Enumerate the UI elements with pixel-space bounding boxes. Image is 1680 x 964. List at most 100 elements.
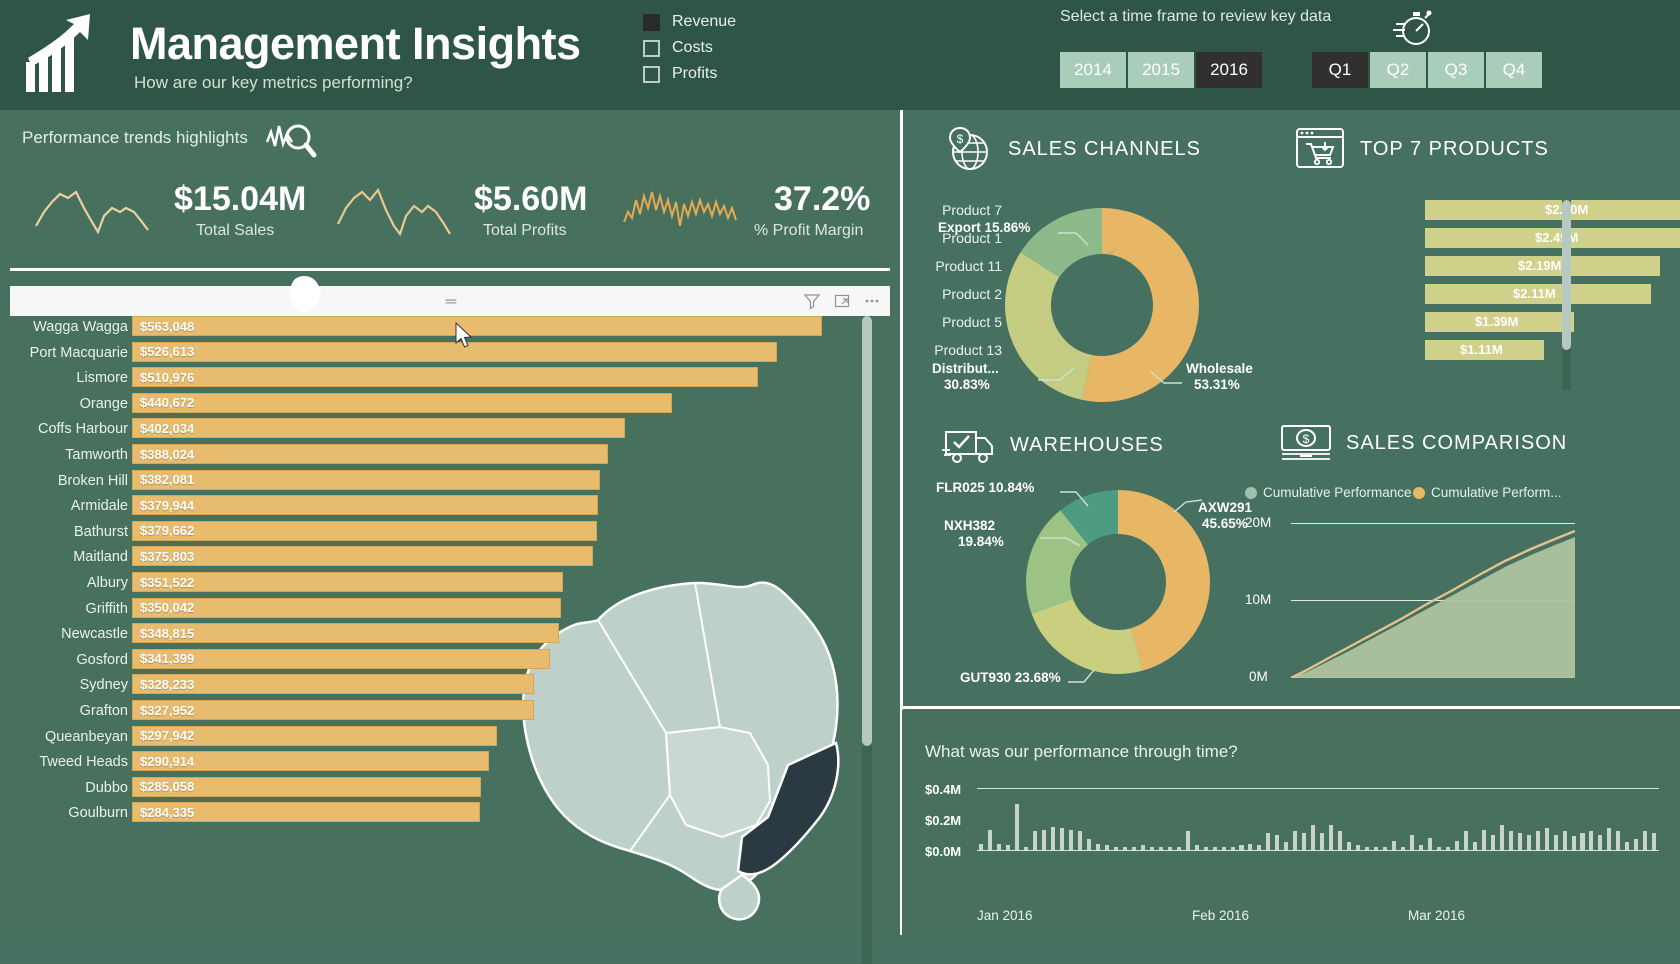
performance-bar[interactable]: [1553, 834, 1558, 850]
performance-bar[interactable]: [1060, 828, 1065, 850]
performance-bar[interactable]: [1051, 826, 1056, 850]
performance-bar[interactable]: [1643, 831, 1648, 850]
performance-bar[interactable]: [1607, 828, 1612, 850]
performance-bar[interactable]: [1347, 842, 1352, 850]
year-button-2014[interactable]: 2014: [1060, 52, 1126, 88]
performance-bar[interactable]: [1409, 834, 1414, 850]
performance-bar[interactable]: [1086, 839, 1091, 850]
city-bar[interactable]: [132, 520, 597, 541]
legend-item-revenue[interactable]: Revenue: [643, 10, 736, 34]
performance-bar[interactable]: [1212, 846, 1217, 850]
table-row[interactable]: Sydney $328,233: [10, 674, 890, 700]
bar-chart-scrollbar[interactable]: [862, 316, 872, 964]
performance-bar[interactable]: [1149, 846, 1154, 850]
performance-bar[interactable]: [1589, 831, 1594, 850]
performance-bar[interactable]: [1508, 831, 1513, 850]
performance-bar[interactable]: [1526, 834, 1531, 850]
top-products-chart[interactable]: Product 7 $2.70M Product 1 $2.49M Produc…: [934, 200, 1680, 380]
city-bar[interactable]: [132, 367, 758, 388]
performance-bar[interactable]: [1122, 846, 1127, 850]
table-row[interactable]: Wagga Wagga $563,048: [10, 316, 890, 342]
performance-bar[interactable]: [1266, 832, 1271, 850]
performance-bar[interactable]: [1095, 843, 1100, 850]
performance-bar[interactable]: [1077, 831, 1082, 850]
table-row[interactable]: Tamworth $388,024: [10, 444, 890, 470]
sc-legend-item-2[interactable]: Cumulative Perform...: [1413, 485, 1562, 500]
table-row[interactable]: Maitland $375,803: [10, 546, 890, 572]
year-button-2015[interactable]: 2015: [1128, 52, 1194, 88]
city-bar[interactable]: [132, 623, 559, 644]
sales-comparison-chart[interactable]: Cumulative Performance Cumulative Perfor…: [1245, 485, 1575, 700]
table-row[interactable]: Queanbeyan $297,942: [10, 725, 890, 752]
quarter-button-q2[interactable]: Q2: [1370, 52, 1426, 88]
performance-bar[interactable]: [1445, 846, 1450, 850]
performance-bar[interactable]: [1472, 842, 1477, 850]
performance-bar[interactable]: [1042, 829, 1047, 850]
performance-bar[interactable]: [1284, 842, 1289, 850]
performance-bar[interactable]: [1544, 828, 1549, 850]
performance-bar[interactable]: [1320, 832, 1325, 850]
performance-bar[interactable]: [1535, 831, 1540, 850]
performance-bar[interactable]: [1221, 846, 1226, 850]
performance-bar[interactable]: [1329, 825, 1334, 850]
performance-bar[interactable]: [1024, 846, 1029, 850]
performance-bar[interactable]: [979, 843, 984, 850]
performance-bar[interactable]: [1257, 845, 1262, 850]
city-bar[interactable]: [132, 418, 625, 439]
table-row[interactable]: Dubbo $285,058: [10, 776, 890, 803]
performance-bar[interactable]: [1365, 846, 1370, 850]
performance-bar[interactable]: [1392, 840, 1397, 850]
performance-bar[interactable]: [1239, 845, 1244, 850]
performance-bar[interactable]: [1625, 842, 1630, 850]
year-button-2016[interactable]: 2016: [1196, 52, 1262, 88]
city-bar[interactable]: [132, 572, 563, 592]
performance-bar[interactable]: [1194, 845, 1199, 850]
table-row[interactable]: Lismore $510,976: [10, 367, 890, 393]
performance-bar[interactable]: [1562, 831, 1567, 850]
performance-time-bars[interactable]: [977, 788, 1659, 850]
filter-icon[interactable]: [804, 293, 820, 309]
focus-mode-icon[interactable]: [834, 293, 850, 309]
table-row[interactable]: Tweed Heads $290,914: [10, 751, 890, 777]
table-row[interactable]: Grafton $327,952: [10, 700, 890, 726]
quarter-button-q3[interactable]: Q3: [1428, 52, 1484, 88]
performance-bar[interactable]: [1068, 829, 1073, 850]
legend-item-costs[interactable]: Costs: [643, 36, 736, 60]
table-row[interactable]: Newcastle $348,815: [10, 623, 890, 649]
performance-bar[interactable]: [1293, 831, 1298, 850]
performance-bar[interactable]: [1033, 831, 1038, 850]
table-row[interactable]: Bathurst $379,662: [10, 520, 890, 547]
performance-bar[interactable]: [1454, 840, 1459, 850]
performance-bar[interactable]: [1302, 832, 1307, 850]
performance-bar[interactable]: [1571, 836, 1576, 850]
performance-bar[interactable]: [1248, 843, 1253, 850]
performance-bar[interactable]: [1517, 832, 1522, 850]
city-bar[interactable]: [132, 316, 822, 336]
quarter-button-q4[interactable]: Q4: [1486, 52, 1542, 88]
performance-bar[interactable]: [1418, 845, 1423, 850]
performance-bar[interactable]: [1158, 846, 1163, 850]
top-products-scroll-thumb[interactable]: [1562, 200, 1571, 350]
city-bar[interactable]: [132, 469, 600, 490]
warehouses-donut[interactable]: FLR025 10.84% NXH382 19.84% AXW291 45.65% …: [936, 460, 1260, 710]
performance-bar[interactable]: [1104, 845, 1109, 850]
performance-bar[interactable]: [988, 829, 993, 850]
performance-bar[interactable]: [1499, 825, 1504, 850]
checkbox-revenue[interactable]: [643, 13, 660, 31]
performance-bar[interactable]: [1436, 846, 1441, 850]
performance-bar[interactable]: [997, 843, 1002, 850]
performance-bar[interactable]: [1203, 846, 1208, 850]
performance-bar[interactable]: [1311, 825, 1316, 850]
table-row[interactable]: Goulburn $284,335: [10, 802, 890, 828]
top-products-scrollbar[interactable]: [1562, 200, 1571, 390]
table-row[interactable]: Albury $351,522: [10, 572, 890, 598]
performance-bar[interactable]: [1140, 845, 1145, 850]
performance-bar[interactable]: [1230, 846, 1235, 850]
performance-bar[interactable]: [1006, 845, 1011, 850]
performance-bar[interactable]: [1131, 846, 1136, 850]
table-row[interactable]: Coffs Harbour $402,034: [10, 418, 890, 444]
city-bar[interactable]: [132, 341, 777, 362]
performance-bar[interactable]: [1598, 834, 1603, 850]
performance-bar[interactable]: [1652, 832, 1657, 850]
performance-bar[interactable]: [1481, 829, 1486, 850]
